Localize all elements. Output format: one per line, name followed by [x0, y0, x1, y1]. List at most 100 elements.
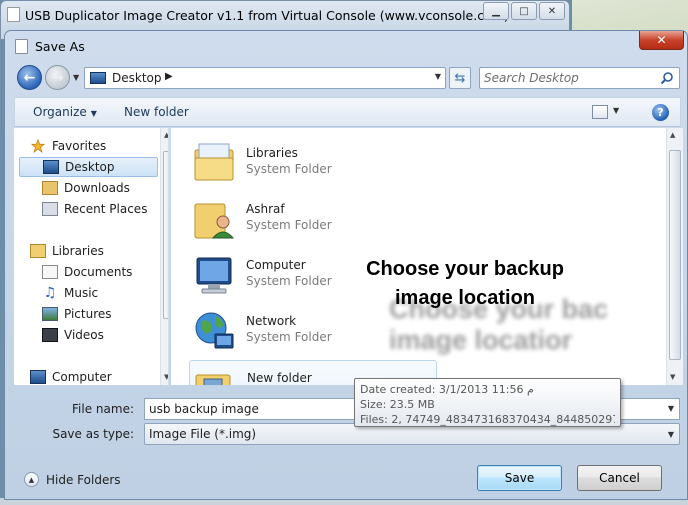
- nav-pane-scroll-thumb[interactable]: [163, 151, 168, 319]
- film-icon: [42, 328, 58, 342]
- file-type: System Folder: [246, 274, 332, 288]
- recent-locations-dropdown[interactable]: ▼: [73, 73, 79, 82]
- file-type: System Folder: [246, 218, 332, 232]
- file-name: Computer: [246, 258, 306, 272]
- tooltip-date-created: Date created: 3/1/2013 11:56 م: [360, 383, 534, 396]
- save-as-type-value: Image File (*.img): [149, 427, 257, 441]
- desktop-icon: [43, 160, 59, 174]
- caption-shadow-line-2: image locatior: [389, 325, 573, 355]
- app-icon: [7, 7, 20, 22]
- sidebar-item-label: Downloads: [64, 181, 130, 195]
- close-icon[interactable]: ✕: [539, 2, 565, 20]
- save-as-type-label: Save as type:: [52, 427, 134, 441]
- change-view-icon[interactable]: [592, 105, 608, 119]
- cancel-button[interactable]: Cancel: [577, 465, 662, 491]
- minimize-icon[interactable]: ▁: [483, 2, 509, 20]
- background-window-controls: ▁ □ ✕: [483, 2, 565, 20]
- nav-pane-scrollbar[interactable]: ▲ ▼: [160, 128, 168, 385]
- view-options-dropdown[interactable]: ▼: [613, 106, 619, 115]
- address-bar[interactable]: Desktop ▶ ▼: [84, 67, 446, 89]
- sidebar-item-libraries[interactable]: Libraries: [30, 241, 168, 261]
- sidebar-item-documents[interactable]: Documents: [42, 262, 168, 282]
- help-icon[interactable]: ?: [652, 104, 669, 121]
- search-input[interactable]: [484, 70, 654, 86]
- organize-label: Organize: [33, 105, 87, 119]
- maximize-icon[interactable]: □: [511, 2, 537, 20]
- command-toolbar: Organize ▼ New folder ▼ ?: [14, 97, 681, 127]
- refresh-icon: ⇆: [454, 70, 466, 86]
- chevron-down-icon[interactable]: ▼: [668, 430, 674, 439]
- file-type: System Folder: [246, 162, 332, 176]
- sidebar-item-pictures[interactable]: Pictures: [42, 304, 168, 324]
- tooltip-files: Files: 2, 74749_483473168370434_84485029…: [360, 413, 615, 426]
- chevron-up-icon: ▲: [24, 472, 39, 487]
- file-name-dropdown-icon[interactable]: ▼: [668, 404, 674, 413]
- music-note-icon: ♫: [43, 285, 57, 301]
- scroll-down-icon[interactable]: ▼: [164, 373, 168, 381]
- downloads-folder-icon: [42, 181, 58, 195]
- file-name-label: File name:: [72, 402, 134, 416]
- file-name: Ashraf: [246, 202, 285, 216]
- navigation-pane: Favorites Desktop Downloads Recent Place…: [14, 128, 169, 385]
- scroll-up-icon[interactable]: ▲: [164, 131, 168, 139]
- folder-info-tooltip: Date created: 3/1/2013 11:56 م Size: 23.…: [354, 378, 621, 427]
- search-icon[interactable]: [660, 71, 674, 85]
- address-dropdown-icon[interactable]: ▼: [435, 72, 441, 81]
- save-button[interactable]: Save: [477, 465, 562, 491]
- dialog-icon: [15, 39, 28, 54]
- file-type: System Folder: [246, 330, 332, 344]
- computer-icon: [30, 370, 46, 384]
- libraries-folder-icon: [194, 143, 234, 181]
- list-item-libraries[interactable]: Libraries System Folder: [189, 136, 437, 188]
- caption-line-2: image location: [394, 287, 536, 309]
- desktop-location-icon: [90, 72, 106, 84]
- sidebar-item-computer[interactable]: Computer: [30, 367, 168, 385]
- caption-line-1: Choose your backup: [366, 258, 564, 280]
- sidebar-item-music[interactable]: ♫ Music: [42, 283, 168, 303]
- sidebar-item-favorites[interactable]: Favorites: [30, 136, 168, 156]
- sidebar-item-downloads[interactable]: Downloads: [42, 178, 168, 198]
- sidebar-item-label: Pictures: [64, 307, 112, 321]
- new-folder-button[interactable]: New folder: [124, 105, 189, 119]
- breadcrumb-separator-icon[interactable]: ▶: [165, 71, 173, 82]
- user-folder-icon: [194, 203, 235, 239]
- computer-icon: [196, 257, 232, 294]
- breadcrumb-desktop[interactable]: Desktop: [112, 71, 162, 85]
- hide-folders-toggle[interactable]: ▲ Hide Folders: [24, 472, 121, 487]
- forward-button[interactable]: →: [45, 65, 70, 90]
- organize-menu[interactable]: Organize ▼: [33, 105, 97, 119]
- sidebar-item-label: Computer: [52, 370, 112, 384]
- sidebar-item-label: Music: [64, 286, 99, 300]
- file-name: Libraries: [246, 146, 298, 160]
- refresh-button[interactable]: ⇆: [449, 67, 471, 89]
- sidebar-item-label: Desktop: [65, 160, 115, 174]
- recent-places-icon: [42, 202, 58, 216]
- documents-icon: [42, 265, 58, 279]
- file-name: New folder: [247, 371, 312, 385]
- sidebar-item-recent-places[interactable]: Recent Places: [42, 199, 168, 219]
- file-name: Network: [246, 314, 297, 328]
- pictures-icon: [42, 307, 58, 321]
- back-arrow-icon: ←: [23, 69, 36, 86]
- network-globe-icon: [195, 312, 234, 349]
- sidebar-item-desktop[interactable]: Desktop: [19, 157, 158, 177]
- sidebar-item-label: Favorites: [52, 139, 107, 153]
- dialog-close-button[interactable]: ✕: [639, 31, 684, 50]
- list-item-ashraf[interactable]: Ashraf System Folder: [189, 192, 437, 244]
- star-icon: [30, 139, 46, 153]
- dialog-title: Save As: [35, 39, 85, 54]
- sidebar-item-videos[interactable]: Videos: [42, 325, 168, 345]
- folder-icon: [195, 374, 231, 385]
- sidebar-item-label: Libraries: [52, 244, 104, 258]
- sidebar-item-label: Videos: [64, 328, 104, 342]
- scroll-up-icon[interactable]: ▲: [670, 131, 675, 139]
- save-as-dialog: Save As ✕ ← → ▼ Desktop ▶ ▼ ⇆ Organize▼ …: [4, 30, 688, 500]
- sidebar-item-label: Recent Places: [64, 202, 148, 216]
- background-window-title: USB Duplicator Image Creator v1.1 from V…: [25, 8, 509, 23]
- sidebar-item-label: Documents: [64, 265, 133, 279]
- scroll-down-icon[interactable]: ▼: [670, 373, 675, 381]
- tooltip-size: Size: 23.5 MB: [360, 398, 435, 411]
- search-box[interactable]: [479, 67, 680, 89]
- hide-folders-label: Hide Folders: [46, 472, 121, 487]
- back-button[interactable]: ←: [17, 65, 42, 90]
